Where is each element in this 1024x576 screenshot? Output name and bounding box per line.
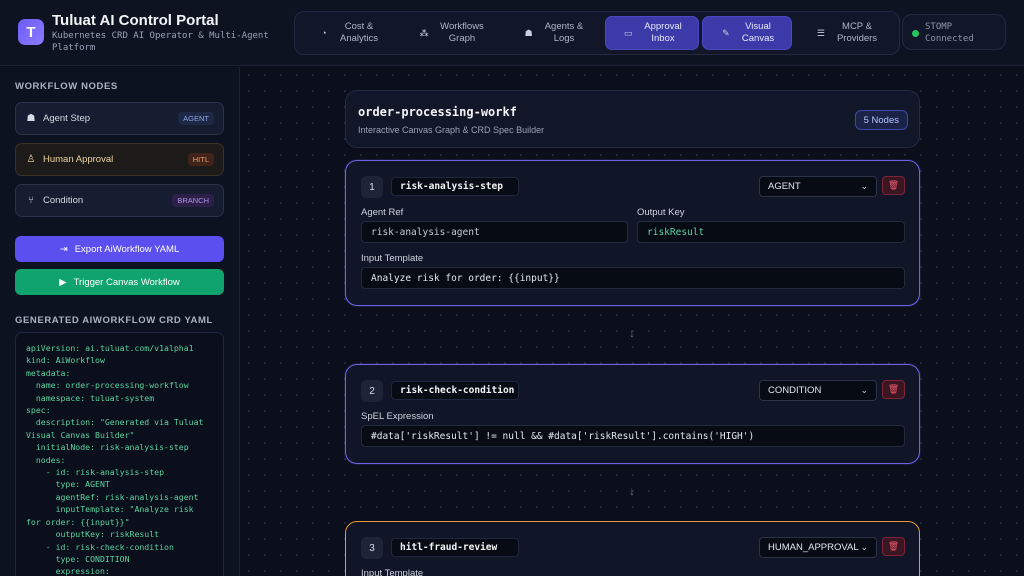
nav-label: Canvas [741,33,775,44]
workflow-header-card: order-processing-workflow Interactive Ca… [345,90,920,148]
step-id-input[interactable]: hitl-fraud-review [391,538,519,557]
inbox-icon: ▭ [623,27,633,38]
step-number: 1 [361,176,383,198]
status-state: Connected [925,34,974,44]
arrow-down-icon: ↓ [629,484,635,498]
export-icon: ⇥ [59,243,68,255]
server-icon: ☰ [816,27,825,38]
delete-step-button[interactable]: 🗑 [882,380,905,399]
input-template-input[interactable]: Analyze risk for order: {{input}} [361,267,905,289]
step-number: 3 [361,537,383,559]
nav-agents-logs[interactable]: ☗ Agents & Logs [505,16,601,50]
nav-approval-inbox[interactable]: ▭ Approval Inbox [605,16,699,50]
app-header: T Tuluat AI Control Portal Kubernetes CR… [0,0,1024,66]
palette-label: Human Approval [43,154,114,165]
workflow-name-input[interactable]: order-processing-workflow [358,105,516,119]
node-count-badge: 5 Nodes [854,110,908,130]
nav-label: Providers [836,33,878,44]
output-key-label: Output Key [637,207,685,218]
step-type-select[interactable]: AGENT ⌄ [759,176,877,197]
palette-agent-step[interactable]: ☗ Agent Step AGENT [15,102,224,135]
nav-cost-analytics[interactable]: ◔ Cost & Analytics [299,16,397,50]
robot-icon: ☗ [26,113,36,124]
output-key-input[interactable]: riskResult [637,221,905,243]
workflow-subtitle: Interactive Canvas Graph & CRD Spec Buil… [358,125,545,135]
yaml-code: apiVersion: ai.tuluat.com/v1alpha1 kind:… [26,343,204,576]
expression-label: SpEL Expression [361,411,434,422]
nav-label: MCP & [842,21,872,32]
nav-label: Approval [644,21,682,32]
trash-icon: 🗑 [887,180,900,190]
node-type-tag: AGENT [178,112,214,125]
input-template-label: Input Template [361,568,424,576]
palette-label: Condition [43,195,84,206]
robot-icon: ☗ [524,27,533,38]
arrow-down-icon: ↓ [629,326,635,340]
nav-label: Workflows [440,21,484,32]
trigger-label: Trigger Canvas Workflow [73,276,180,288]
trash-icon: 🗑 [887,384,900,394]
delete-step-button[interactable]: 🗑 [882,537,905,556]
nav-label: Cost & [344,21,374,32]
step-type-select[interactable]: CONDITION ⌄ [759,380,877,401]
export-yaml-button[interactable]: ⇥ Export AiWorkflow YAML [15,236,224,262]
palette-human-approval[interactable]: ♙ Human Approval HITL [15,143,224,176]
node-type-tag: BRANCH [172,194,214,207]
trigger-workflow-button[interactable]: ▶ Trigger Canvas Workflow [15,269,224,295]
delete-step-button[interactable]: 🗑 [882,176,905,195]
pie-chart-icon: ◔ [321,28,327,38]
expression-input[interactable]: #data['riskResult'] != null && #data['ri… [361,425,905,447]
nav-label: Agents & [544,21,584,32]
node-card-human-approval[interactable]: 3 hitl-fraud-review HUMAN_APPROVAL ⌄ 🗑 I… [345,521,920,576]
play-icon: ▶ [59,276,67,288]
nav-mcp-providers[interactable]: ☰ MCP & Providers [797,16,895,50]
chevron-down-icon: ⌄ [860,181,868,191]
yaml-section-title: GENERATED AIWORKFLOW CRD YAML [15,315,213,326]
chevron-down-icon: ⌄ [860,385,868,395]
app-logo: T [18,19,44,45]
user-check-icon: ♙ [26,154,36,165]
connection-status: STOMP Connected [902,14,1006,50]
agent-ref-label: Agent Ref [361,207,404,218]
input-template-label: Input Template [361,253,424,264]
yaml-preview[interactable]: apiVersion: ai.tuluat.com/v1alpha1 kind:… [15,332,224,576]
branch-icon: ⑂ [28,195,34,206]
status-protocol: STOMP [925,22,953,32]
palette-condition[interactable]: ⑂ Condition BRANCH [15,184,224,217]
nav-label: Inbox [651,33,675,44]
visual-canvas[interactable]: order-processing-workflow Interactive Ca… [241,67,1024,576]
step-type-value: CONDITION [768,385,822,396]
app-title: Tuluat AI Control Portal [52,12,219,29]
step-number: 2 [361,380,383,402]
palette-label: Agent Step [43,113,91,124]
graph-icon: ⁂ [419,27,429,38]
step-id-input[interactable]: risk-check-condition [391,381,519,400]
node-card-condition[interactable]: 2 risk-check-condition CONDITION ⌄ 🗑 SpE… [345,364,920,464]
export-label: Export AiWorkflow YAML [74,243,180,255]
magic-wand-icon: ✎ [722,27,730,38]
app-subtitle: Kubernetes CRD AI Operator & Multi-Agent… [52,31,269,53]
nav-visual-canvas[interactable]: ✎ Visual Canvas [702,16,792,50]
chevron-down-icon: ⌄ [860,542,868,552]
trash-icon: 🗑 [887,541,900,551]
nav-label: Graph [448,33,476,44]
workflow-nodes-title: WORKFLOW NODES [15,81,118,92]
node-type-tag: HITL [187,153,214,166]
agent-ref-input[interactable]: risk-analysis-agent [361,221,628,243]
step-id-input[interactable]: risk-analysis-step [391,177,519,196]
step-type-value: HUMAN_APPROVAL [768,542,859,553]
nav-label: Analytics [339,33,378,44]
step-type-select[interactable]: HUMAN_APPROVAL ⌄ [759,537,877,558]
main-nav: ◔ Cost & Analytics ⁂ Workflows Graph ☗ Age… [294,11,900,55]
nav-workflows-graph[interactable]: ⁂ Workflows Graph [402,16,500,50]
sidebar: WORKFLOW NODES ☗ Agent Step AGENT ♙ Huma… [0,67,240,576]
nav-label: Visual [745,21,771,32]
step-type-value: AGENT [768,181,801,192]
node-card-agent[interactable]: 1 risk-analysis-step AGENT ⌄ 🗑 Agent Ref… [345,160,920,306]
nav-label: Logs [553,33,575,44]
status-dot-icon [912,30,919,37]
